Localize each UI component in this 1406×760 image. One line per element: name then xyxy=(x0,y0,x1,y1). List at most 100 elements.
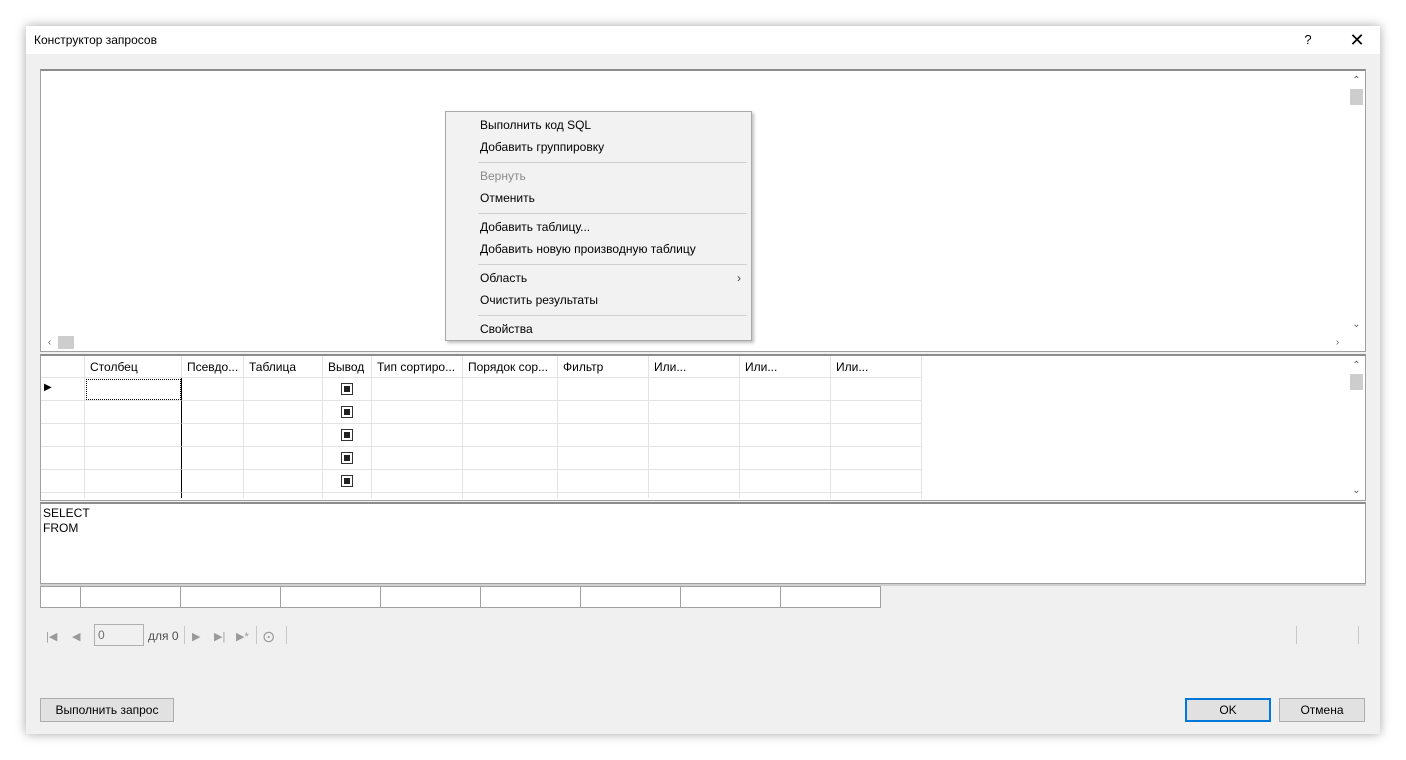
scroll-left-icon[interactable]: ‹ xyxy=(41,335,58,351)
grid-cell[interactable] xyxy=(85,401,182,424)
grid-cell[interactable] xyxy=(182,447,244,470)
grid-cell[interactable] xyxy=(463,401,558,424)
grid-cell[interactable] xyxy=(85,493,182,498)
grid-cell[interactable] xyxy=(558,424,649,447)
grid-cell[interactable] xyxy=(323,493,372,498)
grid-cell[interactable] xyxy=(558,493,649,498)
grid-cell[interactable] xyxy=(244,378,323,401)
grid-cell[interactable] xyxy=(831,447,922,470)
context-menu-item[interactable]: Выполнить код SQL xyxy=(480,118,591,132)
scroll-thumb[interactable] xyxy=(58,336,74,349)
grid-cell[interactable] xyxy=(372,470,463,493)
new-record-icon[interactable]: ▶* xyxy=(236,630,249,643)
grid-cell[interactable] xyxy=(740,401,831,424)
context-menu-item[interactable]: Добавить новую производную таблицу xyxy=(480,242,696,256)
context-menu-item[interactable]: Очистить результаты xyxy=(480,293,598,307)
help-button[interactable]: ? xyxy=(1298,30,1318,50)
grid-cell[interactable] xyxy=(740,470,831,493)
grid-cell[interactable] xyxy=(463,493,558,498)
grid-cell[interactable] xyxy=(372,424,463,447)
grid-cell[interactable] xyxy=(463,378,558,401)
sql-pane[interactable]: SELECT FROM xyxy=(40,502,1366,584)
grid-cell[interactable] xyxy=(831,424,922,447)
row-header[interactable] xyxy=(41,447,85,470)
row-header[interactable] xyxy=(41,470,85,493)
grid-cell[interactable] xyxy=(740,447,831,470)
scroll-up-icon[interactable]: ⌃ xyxy=(1348,73,1365,89)
grid-cell[interactable] xyxy=(244,401,323,424)
grid-cell[interactable] xyxy=(85,447,182,470)
scroll-right-icon[interactable]: › xyxy=(1329,335,1346,351)
grid-cell[interactable] xyxy=(85,378,182,401)
results-cell[interactable] xyxy=(781,586,881,608)
column-header[interactable]: Или... xyxy=(649,356,740,378)
sql-text-editor[interactable]: SELECT FROM xyxy=(43,506,90,536)
grid-cell[interactable] xyxy=(558,447,649,470)
results-cell[interactable] xyxy=(281,586,381,608)
grid-cell[interactable] xyxy=(323,470,372,493)
grid-cell[interactable] xyxy=(649,470,740,493)
context-menu-item[interactable]: Свойства xyxy=(480,322,533,336)
record-position-input[interactable]: 0 xyxy=(94,624,144,646)
close-button[interactable]: ✕ xyxy=(1342,28,1372,52)
grid-cell[interactable] xyxy=(182,424,244,447)
last-record-icon[interactable]: ▶| xyxy=(214,630,225,643)
scroll-down-icon[interactable]: ⌄ xyxy=(1348,483,1365,499)
grid-cell[interactable] xyxy=(463,424,558,447)
scroll-up-icon[interactable]: ⌃ xyxy=(1348,358,1365,374)
grid-cell[interactable] xyxy=(831,470,922,493)
grid-cell[interactable] xyxy=(649,401,740,424)
context-menu-item[interactable]: Добавить группировку xyxy=(480,140,604,154)
grid-cell[interactable] xyxy=(323,424,372,447)
criteria-grid-pane[interactable]: Столбец Псевдо... Таблица Вывод Тип сортиро.… xyxy=(40,354,1366,501)
scroll-thumb[interactable] xyxy=(1350,374,1363,390)
first-record-icon[interactable]: |◀ xyxy=(46,630,57,643)
column-header[interactable]: Порядок сор... xyxy=(463,356,558,378)
grid-cell[interactable] xyxy=(244,424,323,447)
grid-cell[interactable] xyxy=(463,470,558,493)
results-cell[interactable] xyxy=(681,586,781,608)
previous-record-icon[interactable]: ◀ xyxy=(72,630,80,643)
grid-cell[interactable] xyxy=(740,378,831,401)
grid-cell[interactable] xyxy=(85,470,182,493)
column-header[interactable]: Фильтр xyxy=(558,356,649,378)
column-header[interactable]: Столбец xyxy=(85,356,182,378)
next-record-icon[interactable]: ▶ xyxy=(192,630,200,643)
grid-cell[interactable] xyxy=(85,424,182,447)
grid-cell[interactable] xyxy=(372,401,463,424)
output-checkbox[interactable] xyxy=(341,475,353,487)
grid-cell[interactable] xyxy=(41,493,85,498)
grid-cell[interactable] xyxy=(558,470,649,493)
results-cell[interactable] xyxy=(581,586,681,608)
results-cell[interactable] xyxy=(181,586,281,608)
grid-cell[interactable] xyxy=(649,447,740,470)
grid-cell[interactable] xyxy=(182,493,244,498)
grid-cell[interactable] xyxy=(244,470,323,493)
grid-cell[interactable] xyxy=(372,493,463,498)
column-header[interactable]: Вывод xyxy=(323,356,372,378)
scroll-down-icon[interactable]: ⌄ xyxy=(1348,317,1365,333)
grid-cell[interactable] xyxy=(463,447,558,470)
grid-cell[interactable] xyxy=(323,447,372,470)
row-header[interactable]: ▶ xyxy=(41,378,85,401)
grid-cell[interactable] xyxy=(649,493,740,498)
grid-cell[interactable] xyxy=(740,493,831,498)
output-checkbox[interactable] xyxy=(341,429,353,441)
grid-cell[interactable] xyxy=(649,424,740,447)
results-cell[interactable] xyxy=(40,586,81,608)
output-checkbox[interactable] xyxy=(341,383,353,395)
context-menu-item[interactable]: Область xyxy=(480,271,527,285)
row-header[interactable] xyxy=(41,401,85,424)
grid-cell[interactable] xyxy=(649,378,740,401)
grid-cell[interactable] xyxy=(244,447,323,470)
grid-cell[interactable] xyxy=(323,401,372,424)
grid-cell[interactable] xyxy=(740,424,831,447)
scroll-thumb[interactable] xyxy=(1350,89,1363,105)
context-menu-item[interactable]: Отменить xyxy=(480,191,535,205)
column-header[interactable]: Таблица xyxy=(244,356,323,378)
grid-cell[interactable] xyxy=(244,493,323,498)
column-header[interactable]: Или... xyxy=(740,356,831,378)
column-header[interactable]: Тип сортиро... xyxy=(372,356,463,378)
results-cell[interactable] xyxy=(481,586,581,608)
grid-cell[interactable] xyxy=(182,378,244,401)
